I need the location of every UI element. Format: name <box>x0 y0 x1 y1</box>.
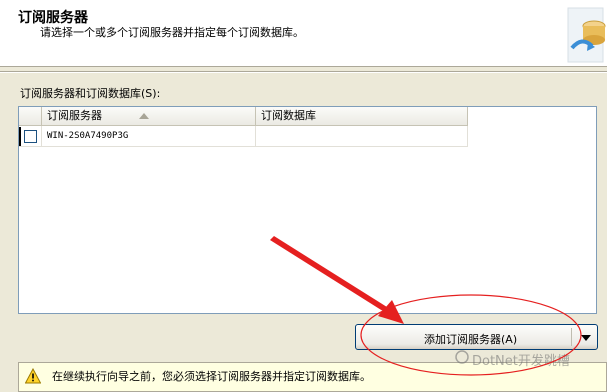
select-column-header[interactable] <box>19 107 42 126</box>
select-cell[interactable] <box>19 126 42 147</box>
header-divider <box>0 71 607 73</box>
validation-text: 在继续执行向导之前，您必须选择订阅服务器并指定订阅数据库。 <box>52 370 371 383</box>
subscriber-checkbox[interactable] <box>24 130 37 143</box>
wizard-banner-icon <box>567 7 606 63</box>
database-column-header[interactable]: 订阅数据库 <box>256 107 468 126</box>
warning-icon <box>25 368 41 384</box>
grid-header: 订阅服务器 订阅数据库 <box>19 107 468 126</box>
watermark-text: DotNet开发跳槽 <box>472 354 570 369</box>
subscribers-grid[interactable]: 订阅服务器 订阅数据库 WIN-2S0A7490P3G <box>18 106 597 314</box>
chevron-down-icon[interactable] <box>581 335 591 341</box>
database-cell[interactable] <box>256 126 468 147</box>
wechat-logo-icon <box>455 350 469 364</box>
table-row[interactable]: WIN-2S0A7490P3G <box>19 126 468 147</box>
subscriber-column-label: 订阅服务器 <box>47 109 102 122</box>
page-subtitle: 请选择一个或多个订阅服务器并指定每个订阅数据库。 <box>40 26 304 39</box>
add-subscriber-button[interactable]: 添加订阅服务器(A) <box>355 324 598 350</box>
add-subscriber-label: 添加订阅服务器(A) <box>424 333 518 346</box>
subscriber-cell[interactable]: WIN-2S0A7490P3G <box>42 126 256 147</box>
button-split-divider <box>571 328 572 346</box>
subscriber-column-header[interactable]: 订阅服务器 <box>42 107 256 126</box>
database-column-label: 订阅数据库 <box>261 109 316 122</box>
grid-label: 订阅服务器和订阅数据库(S): <box>20 87 161 100</box>
sort-ascending-icon <box>139 113 149 119</box>
wizard-header: 订阅服务器 请选择一个或多个订阅服务器并指定每个订阅数据库。 <box>0 0 607 67</box>
